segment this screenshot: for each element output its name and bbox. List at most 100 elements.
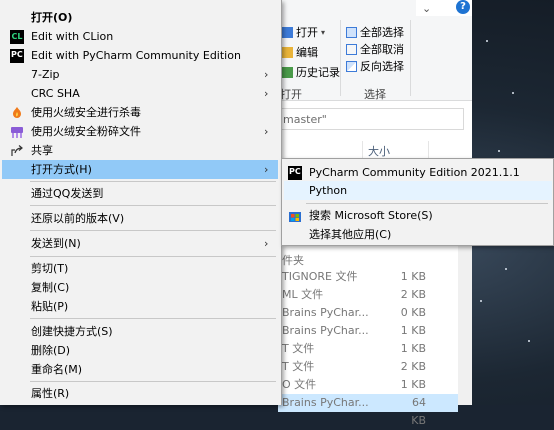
shredder-icon (10, 125, 24, 139)
menu-item-create-shortcut[interactable]: 创建快捷方式(S) (2, 322, 278, 341)
menu-item-label: 使用火绒安全进行杀毒 (31, 106, 141, 119)
menu-item-open-with[interactable]: 打开方式(H) › (2, 160, 278, 179)
menu-item-label: 创建快捷方式(S) (31, 325, 113, 338)
chevron-right-icon: › (264, 125, 269, 138)
menu-item-label: Edit with CLion (31, 30, 114, 43)
ribbon-edit-button[interactable]: 编辑 (282, 44, 318, 60)
ribbon-divider (410, 20, 411, 96)
chevron-down-icon: ▾ (321, 27, 326, 37)
menu-item-label: 删除(D) (31, 344, 71, 357)
file-size: 2 KB (400, 288, 426, 301)
ribbon-invert-selection-label: 反向选择 (360, 60, 404, 73)
file-type: T 文件 (282, 342, 315, 355)
store-icon (288, 209, 302, 223)
menu-item-label: 剪切(T) (31, 262, 69, 275)
menu-item-crc-sha[interactable]: CRC SHA › (2, 84, 278, 103)
file-row[interactable]: TIGNORE 文件 1 KB (278, 268, 458, 286)
submenu-item-choose-other-app[interactable]: 选择其他应用(C) (284, 225, 552, 244)
file-size: 64 KB (411, 396, 426, 427)
menu-item-properties[interactable]: 属性(R) (2, 384, 278, 403)
menu-item-paste[interactable]: 粘贴(P) (2, 297, 278, 316)
menu-item-open[interactable]: 打开(O) (2, 8, 278, 27)
menu-item-label: 还原以前的版本(V) (31, 212, 125, 225)
folder-type-fragment: 件夹 (282, 254, 304, 267)
file-row[interactable]: Brains PyChar... 0 KB (278, 304, 458, 322)
menu-item-label: 7-Zip (31, 68, 60, 81)
menu-item-edit-pycharm[interactable]: PC Edit with PyCharm Community Edition (2, 46, 278, 65)
menu-separator (30, 318, 276, 319)
file-size: 1 KB (400, 378, 426, 391)
menu-item-label: 通过QQ发送到 (31, 187, 104, 200)
ribbon-open-button[interactable]: 打开 ▾ (282, 24, 325, 40)
submenu-item-python[interactable]: Python (284, 181, 552, 200)
menu-item-send-via-qq[interactable]: 通过QQ发送到 (2, 184, 278, 203)
menu-item-label: 共享 (31, 144, 53, 157)
column-divider[interactable] (362, 141, 363, 159)
invert-selection-icon (346, 60, 357, 72)
menu-item-copy[interactable]: 复制(C) (2, 278, 278, 297)
menu-item-7zip[interactable]: 7-Zip › (2, 65, 278, 84)
address-bar[interactable]: master" (278, 108, 464, 130)
ribbon-group-select-caption: 选择 (364, 88, 386, 101)
file-size: 1 KB (400, 342, 426, 355)
submenu-item-microsoft-store[interactable]: 搜索 Microsoft Store(S) (284, 206, 552, 225)
clion-icon: CL (10, 30, 24, 44)
menu-item-label: 重命名(M) (31, 363, 83, 376)
ribbon-select-none-label: 全部取消 (360, 43, 404, 56)
menu-item-restore-previous[interactable]: 还原以前的版本(V) (2, 209, 278, 228)
file-type: T 文件 (282, 360, 315, 373)
menu-separator (30, 181, 276, 182)
submenu-item-label: PyCharm Community Edition 2021.1.1 (309, 166, 520, 179)
column-size-header[interactable]: 大小 (368, 143, 390, 159)
menu-item-huorong-shred[interactable]: 使用火绒安全粉碎文件 › (2, 122, 278, 141)
menu-separator (306, 203, 548, 204)
file-type: Brains PyChar... (282, 396, 369, 409)
ribbon-edit-label: 编辑 (296, 46, 318, 59)
file-row[interactable]: Brains PyChar... 64 KB (278, 394, 458, 427)
share-icon (10, 144, 24, 158)
chevron-right-icon: › (264, 87, 269, 100)
file-type: O 文件 (282, 378, 317, 391)
select-none-icon (346, 43, 357, 55)
ribbon-select-all-button[interactable]: 全部选择 (346, 24, 404, 40)
column-divider[interactable] (428, 141, 429, 159)
menu-item-label: 发送到(N) (31, 237, 81, 250)
submenu-item-pycharm[interactable]: PC PyCharm Community Edition 2021.1.1 (284, 163, 552, 182)
menu-separator (30, 256, 276, 257)
menu-item-rename[interactable]: 重命名(M) (2, 360, 278, 379)
menu-item-huorong-scan[interactable]: 使用火绒安全进行杀毒 (2, 103, 278, 122)
file-row[interactable]: ML 文件 2 KB (278, 286, 458, 304)
menu-item-send-to[interactable]: 发送到(N) › (2, 234, 278, 253)
ribbon-history-button[interactable]: 历史记录 (282, 64, 340, 80)
menu-item-label: Edit with PyCharm Community Edition (31, 49, 241, 62)
help-button[interactable]: ? (456, 0, 470, 14)
edit-icon (282, 46, 293, 58)
menu-item-share[interactable]: 共享 (2, 141, 278, 160)
menu-item-label: 粘贴(P) (31, 300, 69, 313)
menu-item-cut[interactable]: 剪切(T) (2, 259, 278, 278)
pycharm-icon: PC (288, 166, 302, 180)
file-row[interactable]: T 文件 2 KB (278, 358, 458, 376)
menu-item-label: 复制(C) (31, 281, 70, 294)
menu-separator (30, 230, 276, 231)
chevron-down-icon[interactable]: ⌄ (422, 2, 431, 15)
ribbon-invert-selection-button[interactable]: 反向选择 (346, 58, 404, 74)
chevron-right-icon: › (264, 68, 269, 81)
file-type: ML 文件 (282, 288, 324, 301)
ribbon-divider (340, 20, 341, 96)
file-row[interactable]: Brains PyChar... 1 KB (278, 322, 458, 340)
file-row[interactable]: O 文件 1 KB (278, 376, 458, 394)
menu-separator (30, 381, 276, 382)
menu-item-delete[interactable]: 删除(D) (2, 341, 278, 360)
submenu-item-label: 选择其他应用(C) (309, 228, 392, 241)
ribbon-history-label: 历史记录 (296, 66, 340, 79)
file-row[interactable]: T 文件 1 KB (278, 340, 458, 358)
ribbon-select-none-button[interactable]: 全部取消 (346, 41, 404, 57)
open-with-submenu: PC PyCharm Community Edition 2021.1.1 Py… (281, 158, 554, 246)
menu-item-edit-clion[interactable]: CL Edit with CLion (2, 27, 278, 46)
file-type: Brains PyChar... (282, 306, 369, 319)
ribbon-group-open-caption: 打开 (280, 88, 302, 101)
menu-item-label: CRC SHA (31, 87, 80, 100)
column-header-row: 大小 (278, 141, 458, 159)
menu-item-label: 属性(R) (31, 387, 70, 400)
